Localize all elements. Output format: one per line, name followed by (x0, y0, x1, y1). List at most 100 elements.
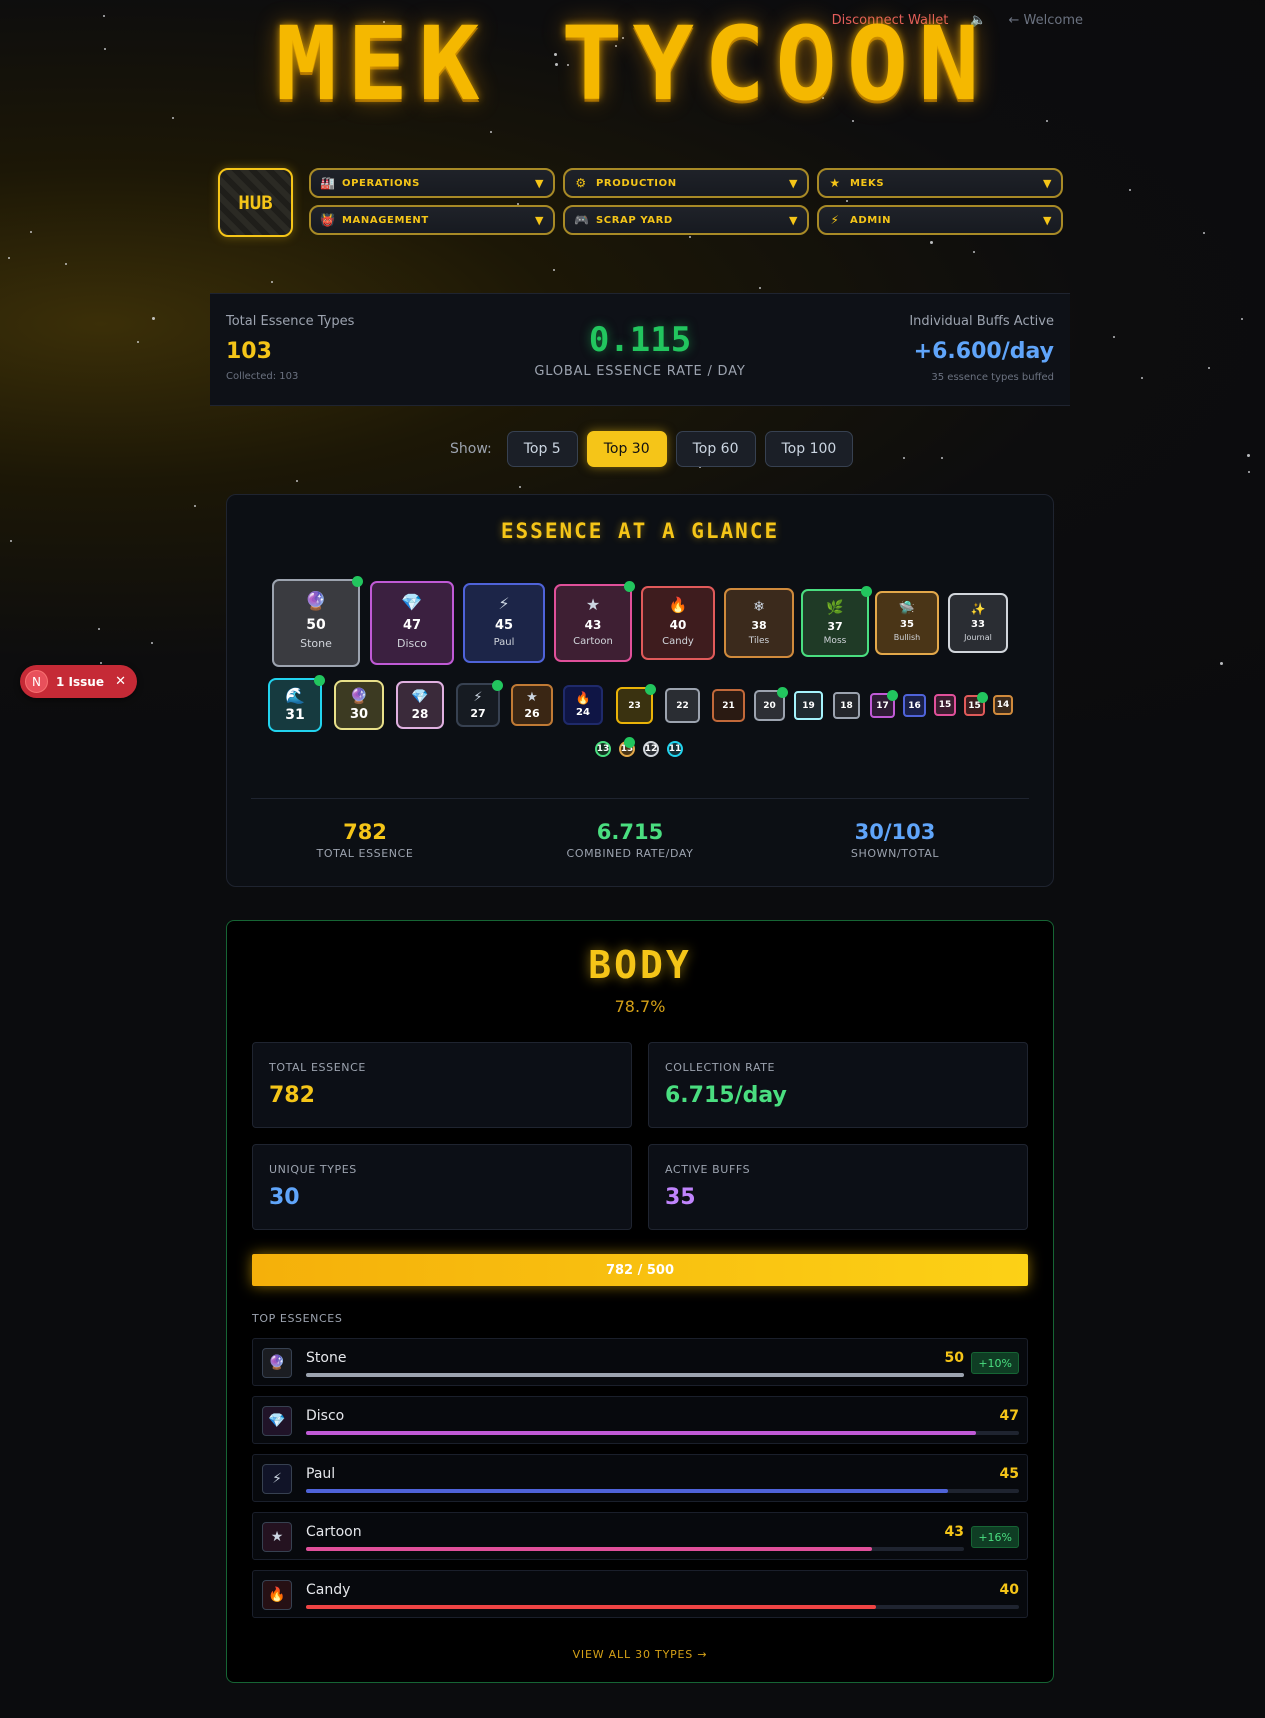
nav-management[interactable]: 👹 MANAGEMENT ▼ (309, 205, 555, 235)
essence-tile-small[interactable]: 15 (964, 692, 988, 716)
active-buff-indicator (492, 680, 503, 691)
card-value: 35 (665, 1185, 696, 1210)
essence-value: 37 (827, 620, 843, 633)
essence-tile-small[interactable]: 19 (794, 691, 823, 720)
star (689, 236, 691, 238)
top-essence-row[interactable]: 💎 Disco 47 (252, 1396, 1028, 1444)
essence-tile-journal[interactable]: ✨ 33 Journal (948, 593, 1008, 653)
hub-button[interactable]: HUB (218, 168, 293, 237)
essence-tile-small[interactable]: 22 (665, 688, 700, 723)
essence-name: Cartoon (306, 1524, 362, 1540)
essence-name: Stone (306, 1350, 347, 1366)
essence-tile-small[interactable]: ⚡ 27 (456, 680, 503, 727)
essence-value: 45 (494, 618, 514, 633)
star (137, 341, 139, 343)
chevron-down-icon: ▼ (788, 176, 798, 190)
essence-tile-small[interactable]: 17 (870, 690, 898, 718)
essence-icon: ⚡ (498, 594, 510, 613)
essence-tile-small[interactable]: 21 (712, 689, 745, 722)
essence-name: Disco (306, 1408, 345, 1424)
essence-name: Stone (300, 637, 332, 650)
essence-tile-small[interactable]: 23 (616, 684, 656, 724)
nav-admin[interactable]: ⚡ ADMIN ▼ (817, 205, 1063, 235)
essence-tile-tiny[interactable]: 12 (643, 741, 659, 757)
essence-tile-tiny[interactable]: 13 (595, 741, 611, 757)
star (98, 628, 100, 630)
filter-top-100[interactable]: Top 100 (764, 431, 854, 467)
nav-icon: ★ (829, 176, 841, 190)
star (151, 642, 153, 644)
glance-summary-combined-rate-day: 6.715 COMBINED RATE/DAY (530, 820, 730, 860)
essence-progress-track (306, 1373, 964, 1377)
show-filter: Show: Top 5 Top 30 Top 60 Top 100 (450, 431, 854, 467)
essence-progress-track (306, 1489, 1019, 1493)
essence-tile-moss[interactable]: 🌿 37 Moss (801, 586, 872, 657)
chevron-down-icon: ▼ (788, 213, 798, 227)
essence-tile-small[interactable]: 16 (903, 694, 926, 717)
essence-tile-small[interactable]: ★ 26 (511, 684, 553, 726)
essence-icon: 🔥 (262, 1580, 292, 1610)
top-essence-row[interactable]: 🔥 Candy 40 (252, 1570, 1028, 1618)
nav-label: OPERATIONS (342, 177, 420, 189)
essence-value: 35 (900, 619, 914, 630)
star (759, 287, 761, 289)
glance-title: ESSENCE AT A GLANCE (500, 519, 780, 543)
card-value: 30 (269, 1185, 300, 1210)
top-essence-row[interactable]: ★ Cartoon 43 +16% (252, 1512, 1028, 1560)
essence-tile-stone[interactable]: 🔮 50 Stone (272, 576, 363, 667)
essence-icon: ⚡ (262, 1464, 292, 1494)
essence-tile-small[interactable]: 🌊 31 (268, 675, 325, 732)
essence-progress-bar: 782 / 500 (252, 1254, 1028, 1286)
card-label: TOTAL ESSENCE (269, 1061, 366, 1074)
view-all-link[interactable]: VIEW ALL 30 TYPES → (227, 1648, 1053, 1661)
essence-tile-paul[interactable]: ⚡ 45 Paul (463, 583, 545, 663)
essence-icon: 🔮 (304, 591, 328, 612)
nav-scrap-yard[interactable]: 🎮 SCRAP YARD ▼ (563, 205, 809, 235)
essence-value: 50 (306, 617, 326, 633)
summary-label: SHOWN/TOTAL (850, 847, 940, 860)
essence-value: 21 (722, 700, 735, 711)
star (8, 257, 10, 259)
essence-tile-cartoon[interactable]: ★ 43 Cartoon (554, 581, 635, 662)
individual-buffs-value: +6.600/day (913, 339, 1054, 364)
issue-badge[interactable]: N 1 Issue ✕ (20, 665, 137, 698)
essence-tile-small[interactable]: 14 (993, 695, 1013, 715)
essence-tile-small[interactable]: 💎 28 (396, 681, 444, 729)
stat-card-active-buffs: ACTIVE BUFFS 35 (648, 1144, 1028, 1230)
essence-icon: ★ (585, 595, 601, 614)
essence-tile-bullish[interactable]: 🛸 35 Bullish (875, 591, 939, 655)
essence-tile-candy[interactable]: 🔥 40 Candy (641, 586, 715, 660)
nav-production[interactable]: ⚙ PRODUCTION ▼ (563, 168, 809, 198)
top-essence-row[interactable]: ⚡ Paul 45 (252, 1454, 1028, 1502)
summary-label: TOTAL ESSENCE (316, 847, 414, 860)
essence-progress-fill (306, 1373, 964, 1377)
essence-icon: 🌊 (285, 685, 305, 705)
close-icon[interactable]: ✕ (115, 674, 126, 689)
star (519, 486, 521, 488)
essence-tile-small[interactable]: 15 (934, 694, 956, 716)
nav-meks[interactable]: ★ MEKS ▼ (817, 168, 1063, 198)
essence-icon: 💎 (262, 1406, 292, 1436)
top-essence-row[interactable]: 🔮 Stone 50 +10% (252, 1338, 1028, 1386)
essence-icon: ❄ (753, 599, 765, 615)
essence-progress-track (306, 1431, 1019, 1435)
essence-tile-tiles[interactable]: ❄ 38 Tiles (724, 588, 794, 658)
essence-tile-tiny[interactable]: 11 (667, 741, 683, 757)
essence-tile-tiny[interactable]: 13 (619, 737, 635, 757)
essence-tile-disco[interactable]: 💎 47 Disco (370, 581, 454, 665)
filter-top-5[interactable]: Top 5 (506, 431, 578, 467)
essence-tile-small[interactable]: 20 (754, 687, 788, 721)
essence-value: 17 (876, 700, 889, 711)
chevron-down-icon: ▼ (534, 176, 544, 190)
essence-value: 22 (676, 700, 689, 711)
filter-top-60[interactable]: Top 60 (675, 431, 756, 467)
essence-name: Paul (493, 637, 515, 648)
show-label: Show: (450, 441, 492, 457)
essence-tile-small[interactable]: 🔮 30 (334, 680, 384, 730)
nav-operations[interactable]: 🏭 OPERATIONS ▼ (309, 168, 555, 198)
filter-top-30[interactable]: Top 30 (586, 431, 667, 467)
essence-tile-small[interactable]: 🔥 24 (563, 685, 603, 725)
essence-tile-small[interactable]: 18 (833, 692, 860, 719)
issue-count: 1 Issue (56, 674, 104, 689)
star (271, 281, 273, 283)
